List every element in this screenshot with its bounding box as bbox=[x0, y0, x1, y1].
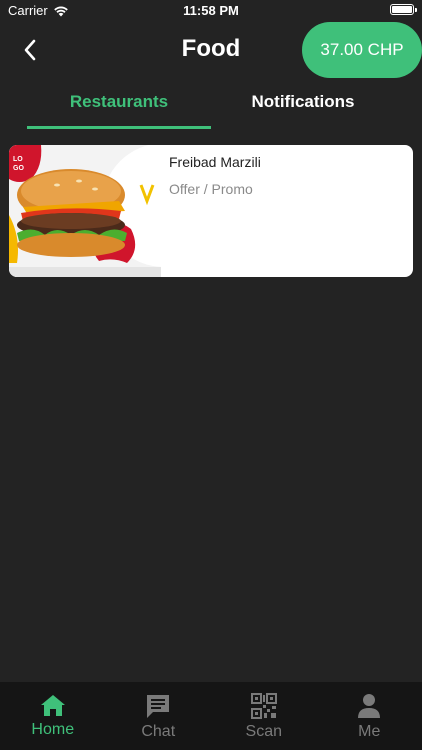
tabbar-item-scan[interactable]: Scan bbox=[211, 682, 317, 750]
restaurant-name: Freibad Marzili bbox=[169, 154, 261, 170]
status-bar: Carrier 11:58 PM bbox=[0, 0, 422, 22]
tabbar-item-me[interactable]: Me bbox=[317, 682, 422, 750]
restaurant-card[interactable]: LO GO Freibad Marzili Offer / Promo bbox=[9, 145, 413, 277]
tabbar-item-home[interactable]: Home bbox=[0, 682, 106, 750]
segment-tabs: Restaurants Notifications bbox=[0, 88, 422, 130]
restaurant-subtitle: Offer / Promo bbox=[169, 181, 253, 197]
bottom-tab-bar: Home Chat Scan Me bbox=[0, 682, 422, 750]
home-icon bbox=[40, 695, 65, 716]
balance-button[interactable]: 37.00 CHP bbox=[302, 22, 422, 78]
chat-icon bbox=[147, 695, 170, 718]
tabbar-label-scan: Scan bbox=[245, 723, 282, 740]
qr-code-icon bbox=[250, 693, 277, 719]
logo-text: LO bbox=[13, 156, 23, 163]
tab-notifications[interactable]: Notifications bbox=[211, 88, 395, 130]
person-icon bbox=[358, 694, 381, 718]
restaurant-image: LO GO bbox=[9, 145, 161, 277]
active-tab-indicator bbox=[27, 126, 211, 129]
tab-restaurants[interactable]: Restaurants bbox=[27, 88, 211, 130]
tabbar-label-me: Me bbox=[358, 723, 381, 740]
logo-text-2: GO bbox=[13, 165, 24, 172]
nav-bar: Food 37.00 CHP bbox=[0, 22, 422, 78]
tabbar-item-chat[interactable]: Chat bbox=[106, 682, 212, 750]
status-time: 11:58 PM bbox=[183, 3, 239, 18]
tabbar-label-chat: Chat bbox=[141, 723, 176, 740]
battery-icon bbox=[390, 4, 417, 15]
tabbar-label-home: Home bbox=[31, 721, 75, 738]
